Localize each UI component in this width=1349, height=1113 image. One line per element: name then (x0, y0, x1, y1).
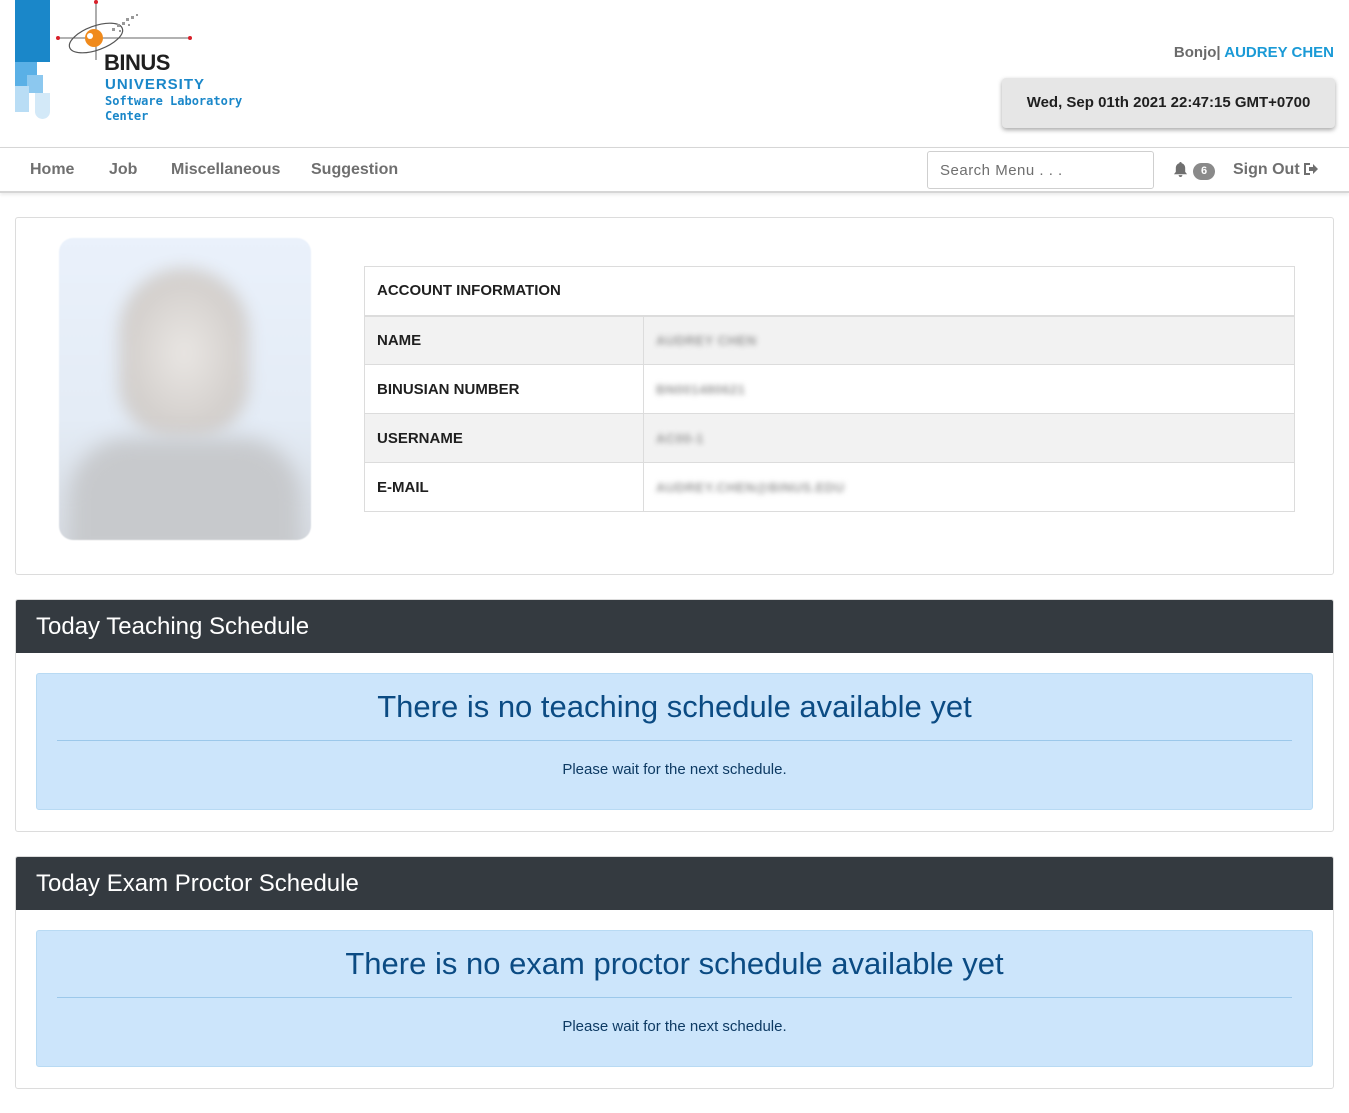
header: BINUS UNIVERSITY Software Laboratory Cen… (0, 0, 1349, 147)
table-row: USERNAME AC00-1 (364, 413, 1295, 463)
user-separator: | (1216, 44, 1221, 61)
row-label-username: USERNAME (364, 413, 644, 463)
row-value-username: AC00-1 (643, 413, 1295, 463)
table-row: BINUSIAN NUMBER BN001480621 (364, 364, 1295, 414)
search-menu-input[interactable] (927, 151, 1154, 189)
nav-home[interactable]: Home (30, 161, 74, 179)
proctor-schedule-title: Today Exam Proctor Schedule (16, 857, 1333, 910)
blurred-value: AUDREY.CHEN@BINUS.EDU (656, 479, 845, 495)
sign-out-label: Sign Out (1233, 161, 1300, 178)
bell-icon (1173, 162, 1188, 178)
row-value-binusian-number: BN001480621 (643, 364, 1295, 414)
row-label-email: E-MAIL (364, 462, 644, 512)
profile-photo (59, 238, 311, 540)
teaching-empty-alert: There is no teaching schedule available … (36, 673, 1313, 810)
user-greeting: Bonjo| AUDREY CHEN (1174, 44, 1334, 61)
teaching-empty-message: There is no teaching schedule available … (57, 674, 1292, 741)
table-row: NAME AUDREY CHEN (364, 315, 1295, 365)
main-nav: Home Job Miscellaneous Suggestion 6 Sign… (0, 147, 1349, 193)
proctor-empty-message: There is no exam proctor schedule availa… (57, 931, 1292, 998)
proctor-schedule-panel: Today Exam Proctor Schedule There is no … (15, 856, 1334, 1089)
blurred-value: AUDREY CHEN (656, 332, 757, 348)
proctor-empty-alert: There is no exam proctor schedule availa… (36, 930, 1313, 1067)
row-label-binusian-number: BINUSIAN NUMBER (364, 364, 644, 414)
blurred-value: BN001480621 (656, 381, 746, 397)
teaching-schedule-panel: Today Teaching Schedule There is no teac… (15, 599, 1334, 832)
notifications-button[interactable]: 6 (1173, 161, 1215, 181)
notification-count-badge: 6 (1193, 163, 1215, 180)
account-information-header: ACCOUNT INFORMATION (364, 266, 1295, 317)
sign-out-icon (1303, 163, 1318, 175)
logo-department-line1: Software Laboratory (105, 94, 243, 108)
teaching-empty-subtext: Please wait for the next schedule. (562, 761, 787, 778)
logo-department-line2: Center (105, 109, 149, 123)
user-full-name: AUDREY CHEN (1224, 44, 1334, 61)
profile-card: ACCOUNT INFORMATION NAME AUDREY CHEN BIN… (15, 217, 1334, 575)
table-row: E-MAIL AUDREY.CHEN@BINUS.EDU (364, 462, 1295, 512)
nav-suggestion[interactable]: Suggestion (311, 161, 398, 179)
row-value-email: AUDREY.CHEN@BINUS.EDU (643, 462, 1295, 512)
row-value-name: AUDREY CHEN (643, 315, 1295, 365)
logo-university: UNIVERSITY (105, 76, 206, 93)
logo-brand-name: BINUS (104, 50, 170, 75)
teaching-schedule-title: Today Teaching Schedule (16, 600, 1333, 653)
nav-miscellaneous[interactable]: Miscellaneous (171, 161, 280, 179)
blurred-value: AC00-1 (656, 430, 704, 446)
current-datetime: Wed, Sep 01th 2021 22:47:15 GMT+0700 (1002, 78, 1335, 128)
row-label-name: NAME (364, 315, 644, 365)
nav-job[interactable]: Job (109, 161, 137, 179)
user-nickname: Bonjo (1173, 44, 1217, 61)
sign-out-button[interactable]: Sign Out (1233, 161, 1319, 179)
proctor-empty-subtext: Please wait for the next schedule. (562, 1018, 787, 1035)
account-information-table: ACCOUNT INFORMATION NAME AUDREY CHEN BIN… (364, 266, 1295, 512)
logo-mark (15, 0, 50, 120)
